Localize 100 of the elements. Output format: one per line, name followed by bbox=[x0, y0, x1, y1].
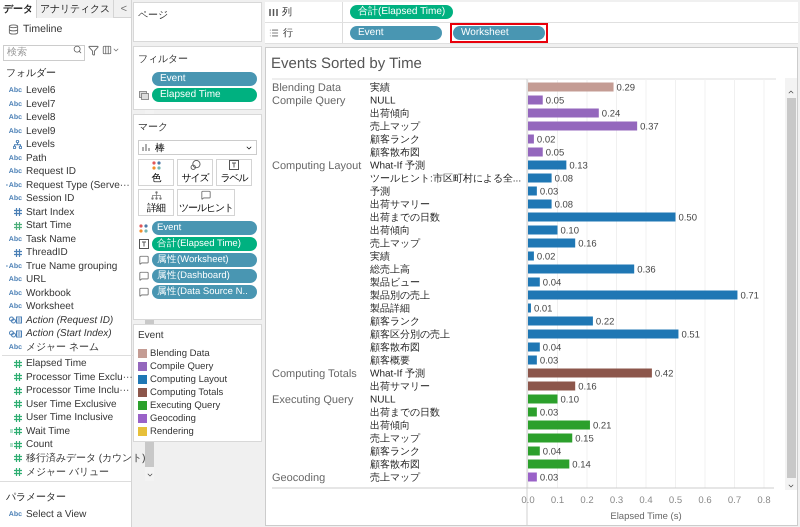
field-name[interactable]: ThreadID bbox=[26, 247, 68, 258]
scroll-down-icon[interactable] bbox=[146, 471, 154, 479]
field-name[interactable]: Level9 bbox=[26, 126, 56, 137]
mark-button[interactable]: ラベル bbox=[216, 159, 252, 186]
field-name[interactable]: Processor Time Exclu··· bbox=[26, 372, 133, 383]
data-source-name[interactable]: Timeline bbox=[23, 23, 62, 35]
row-label: NULL bbox=[370, 394, 396, 406]
field-name[interactable]: Workbook bbox=[26, 288, 71, 299]
field-name[interactable]: メジャー ネーム bbox=[26, 340, 99, 354]
field-name[interactable]: Wait Time bbox=[26, 426, 70, 437]
pane-tab[interactable]: アナリティクス bbox=[37, 0, 114, 18]
bar bbox=[528, 356, 537, 364]
mark-button[interactable]: ツールヒント bbox=[177, 189, 235, 216]
bar-chart-icon bbox=[142, 144, 150, 151]
field-name[interactable]: Start Index bbox=[26, 206, 74, 218]
scroll-down-icon[interactable] bbox=[787, 482, 795, 490]
text-box-icon bbox=[138, 239, 148, 249]
field-name[interactable]: Levels bbox=[26, 139, 55, 150]
collapse-button[interactable]: < bbox=[118, 0, 131, 17]
value-label: 0.02 bbox=[536, 252, 556, 262]
legend-label[interactable]: Executing Query bbox=[150, 400, 220, 411]
hash-icon bbox=[14, 360, 22, 368]
filter-button[interactable] bbox=[88, 44, 99, 56]
field-name[interactable]: Level6 bbox=[26, 85, 56, 96]
hash-icon bbox=[14, 468, 22, 476]
hash-icon bbox=[14, 440, 22, 449]
field-name[interactable]: Worksheet bbox=[26, 301, 74, 312]
value-label: 0.08 bbox=[554, 174, 574, 184]
row-label: 製品詳細 bbox=[370, 304, 410, 314]
field-name[interactable]: Session ID bbox=[26, 193, 74, 204]
value-label: 0.71 bbox=[740, 290, 759, 302]
bar bbox=[528, 174, 552, 182]
row-label: 出荷傾向 bbox=[370, 226, 410, 236]
scroll-up-icon[interactable] bbox=[787, 88, 795, 96]
row-label: 出荷サマリー bbox=[370, 200, 430, 210]
database-icon bbox=[8, 24, 19, 34]
field-name[interactable]: Elapsed Time bbox=[26, 358, 87, 370]
field-name[interactable]: URL bbox=[26, 274, 46, 286]
row-label: 顧客ランク bbox=[370, 446, 420, 458]
color-dots-icon bbox=[152, 160, 160, 170]
hash-icon bbox=[14, 222, 22, 230]
bar bbox=[528, 420, 590, 430]
search-field[interactable]: 検索 bbox=[3, 44, 85, 60]
field-name[interactable]: Action (Start Index) bbox=[26, 328, 112, 340]
legend-label[interactable]: Rendering bbox=[150, 426, 194, 437]
row-label: What-If 予測 bbox=[370, 160, 426, 172]
bar bbox=[528, 238, 576, 248]
scrollbar[interactable] bbox=[785, 78, 797, 490]
bar bbox=[528, 186, 537, 196]
field-name[interactable]: Task Name bbox=[26, 234, 76, 245]
hash-icon bbox=[14, 208, 22, 216]
tick-label: 0.4 bbox=[639, 495, 653, 506]
legend-label[interactable]: Blending Data bbox=[150, 348, 210, 359]
field-name[interactable]: Level7 bbox=[26, 98, 56, 110]
bar bbox=[528, 408, 537, 416]
legend-label[interactable]: Computing Totals bbox=[150, 387, 224, 398]
row-label: 予測 bbox=[370, 186, 390, 198]
row-label: 出荷までの日数 bbox=[370, 212, 440, 224]
field-name[interactable]: True Name grouping bbox=[26, 260, 118, 272]
shelf-label: 行 bbox=[283, 27, 293, 40]
group-label: Blending Data bbox=[272, 82, 342, 94]
row-label: 出荷サマリー bbox=[370, 382, 430, 392]
mark-button[interactable]: サイズ bbox=[177, 159, 213, 186]
legend-label[interactable]: Geocoding bbox=[150, 413, 196, 424]
bar bbox=[528, 252, 534, 260]
value-label: 0.37 bbox=[640, 122, 659, 132]
value-label: 0.10 bbox=[560, 394, 579, 406]
field-name[interactable]: Start Time bbox=[26, 220, 72, 232]
value-label: 0.04 bbox=[542, 278, 562, 288]
action-icon bbox=[9, 330, 22, 338]
field-name[interactable]: User Time Inclusive bbox=[26, 412, 114, 424]
field-name[interactable]: Level8 bbox=[26, 112, 56, 124]
text-box-icon bbox=[229, 160, 239, 170]
field-name[interactable]: Count bbox=[26, 439, 53, 450]
legend-label[interactable]: Compile Query bbox=[150, 361, 214, 372]
pane-tab[interactable]: データ bbox=[0, 0, 37, 18]
legend-label[interactable]: Computing Layout bbox=[150, 374, 228, 385]
field-name[interactable]: User Time Exclusive bbox=[26, 398, 117, 410]
row-label: 売上マップ bbox=[370, 434, 420, 444]
mark-button[interactable]: 色 bbox=[138, 159, 174, 186]
value-label: 0.16 bbox=[578, 382, 597, 392]
field-name[interactable]: 移行済みデータ (カウント) bbox=[26, 451, 146, 466]
field-name[interactable]: Path bbox=[26, 152, 47, 164]
field-name[interactable]: Request ID bbox=[26, 166, 76, 178]
row-label: 顧客散布図 bbox=[370, 342, 420, 354]
mark-type-dropdown[interactable]: 棒 bbox=[138, 140, 257, 155]
field-name[interactable]: Request Type (Serve··· bbox=[26, 180, 130, 191]
row-label: 顧客散布図 bbox=[370, 148, 420, 158]
field-name[interactable]: Processor Time Inclu··· bbox=[26, 385, 130, 396]
field-name[interactable]: Select a View bbox=[26, 509, 86, 520]
bar bbox=[528, 278, 540, 286]
group-label: Executing Query bbox=[272, 394, 354, 406]
row-label: 顧客概要 bbox=[370, 356, 410, 366]
search-icon bbox=[73, 45, 82, 54]
mark-button[interactable]: 詳細 bbox=[138, 189, 174, 216]
row-label: 顧客区分別の売上 bbox=[370, 330, 450, 340]
row-label: 実績 bbox=[370, 82, 390, 94]
field-name[interactable]: Action (Request ID) bbox=[26, 314, 114, 326]
view-options-button[interactable] bbox=[102, 45, 120, 55]
field-name[interactable]: メジャー バリュー bbox=[26, 464, 109, 479]
